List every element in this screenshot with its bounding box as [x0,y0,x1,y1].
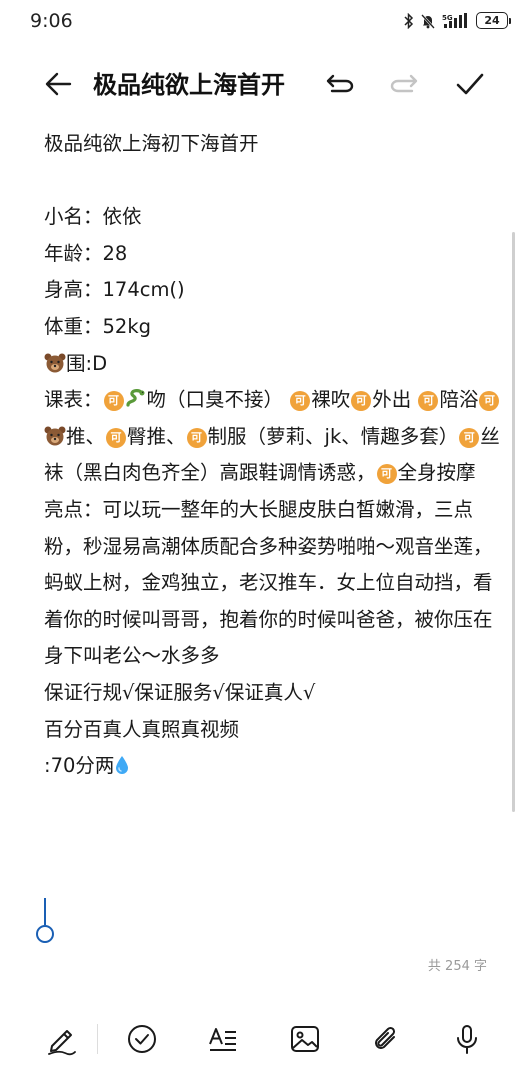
undo-button[interactable] [322,66,358,102]
snake-emoji-icon [125,389,145,407]
status-time: 9:06 [30,10,73,32]
bluetooth-icon [404,12,414,29]
weight-line: 体重：52kg [44,314,151,338]
ke-badge: 可 [376,464,397,485]
network-type-label: 5G [442,14,453,22]
ke-badge: 可 [351,391,372,412]
insert-image-button[interactable] [288,1022,322,1056]
ke-badge: 可 [459,427,480,448]
bust-line: 围:D [44,346,504,383]
ke-badge: 可 [103,391,124,412]
battery-indicator: 24 [476,12,511,29]
status-bar: 9:06 5G 24 [0,0,529,44]
back-button[interactable] [40,66,76,102]
check-icon [456,73,484,95]
ke-badge: 可 [418,391,439,412]
image-icon [291,1026,319,1052]
signal-icon: 5G [442,12,470,29]
voice-input-button[interactable] [450,1022,484,1056]
pen-icon [48,1030,76,1056]
checklist-button[interactable] [125,1022,159,1056]
redo-button[interactable] [386,66,422,102]
microphone-icon [457,1025,477,1054]
text-format-button[interactable] [206,1022,240,1056]
attachment-button[interactable] [369,1022,403,1056]
battery-level: 24 [476,12,508,29]
checklist-icon [128,1025,156,1053]
ke-badge: 可 [186,427,207,448]
done-button[interactable] [452,66,488,102]
mute-bell-icon [420,13,436,29]
back-arrow-icon [45,72,72,96]
height-line: 身高：174cm() [44,278,185,302]
bear-emoji-icon [44,353,66,373]
ke-badge: 可 [290,391,311,412]
authenticity-line: 百分百真人真照真视频 [44,717,240,741]
toolbar-divider [97,1024,98,1054]
bear-emoji-icon [44,426,66,446]
scrollbar[interactable] [512,232,515,812]
status-icons: 5G 24 [404,12,511,29]
ke-badge: 可 [479,391,500,412]
guarantee-line: 保证行规√保证服务√保证真人√ [44,680,316,704]
note-toolbar: 极品纯欲上海首开 [0,52,529,114]
price-line: :70分两 [44,748,504,785]
text-cursor-handle[interactable] [34,898,56,946]
bottom-toolbar [0,1010,529,1066]
text-format-icon [209,1028,236,1051]
schedule-block: 课表：可吻（口臭不接） 可裸吹可外出 可陪浴 可推、可臀推、可制服（萝莉、jk、情… [44,388,500,485]
undo-icon [326,74,354,93]
redo-icon [390,74,418,93]
nickname-line: 小名：依依 [44,205,142,229]
age-line: 年龄：28 [44,241,128,265]
note-editor[interactable]: 极品纯欲上海初下海首开 小名：依依 年龄：28 身高：174cm() 体重：52… [44,126,504,785]
attachment-icon [375,1026,396,1049]
note-heading-line: 极品纯欲上海初下海首开 [44,132,259,155]
ke-badge: 可 [106,427,127,448]
word-count: 共 254 字 [427,959,487,974]
note-title: 极品纯欲上海首开 [93,71,285,99]
highlights-line: 亮点：可以玩一整年的大长腿皮肤白皙嫩滑，三点粉，秒湿易高潮体质配合多种姿势啪啪～… [44,497,493,668]
handwriting-button[interactable] [45,1022,79,1056]
droplet-emoji-icon [116,756,129,775]
